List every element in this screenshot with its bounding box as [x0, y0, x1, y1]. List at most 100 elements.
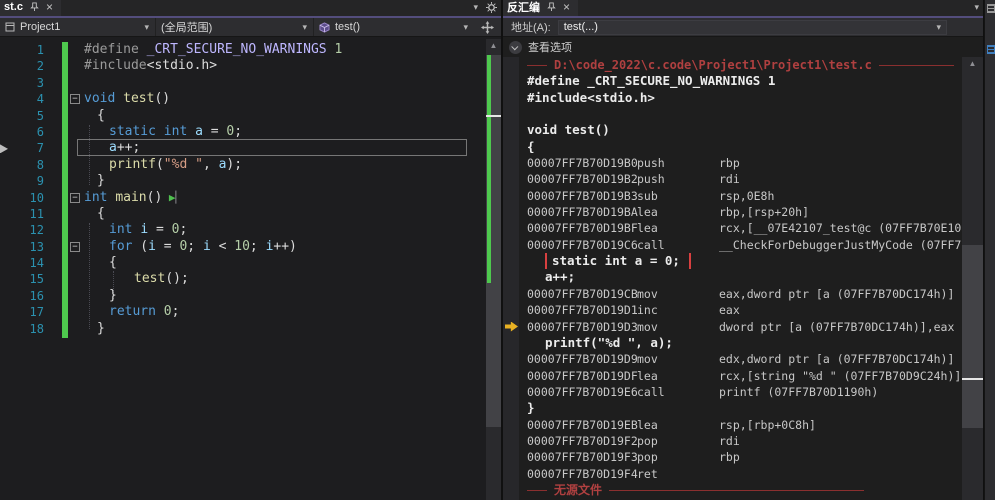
disasm-instruction[interactable]: 00007FF7B70D19C6call __CheckForDebuggerJu…	[503, 237, 962, 253]
code-line[interactable]: 17 return 0;	[0, 304, 485, 320]
window-list-chevron-icon[interactable]: ▾	[974, 2, 979, 13]
disasm-instruction[interactable]: 00007FF7B70D19D3mov dword ptr [a (07FF7B7…	[503, 319, 962, 335]
line-number[interactable]: 16	[0, 288, 44, 304]
instruction-address: 00007FF7B70D19C6	[527, 237, 638, 252]
disasm-instruction[interactable]: 00007FF7B70D19E6call printf (07FF7B70D119…	[503, 384, 962, 400]
disasm-instruction[interactable]: 00007FF7B70D19B3sub rsp,0E8h	[503, 188, 962, 204]
disasm-instruction[interactable]: 00007FF7B70D19B0push rbp	[503, 155, 962, 171]
project-dropdown[interactable]: Project1 ▾	[0, 18, 156, 36]
code-line[interactable]: 1 #define _CRT_SECURE_NO_WARNINGS 1	[0, 42, 485, 58]
disasm-source-line[interactable]: }	[503, 400, 962, 416]
pin-icon[interactable]	[547, 2, 556, 12]
disasm-instruction[interactable]: 00007FF7B70D19BFlea rcx,[__07E42107_test@…	[503, 220, 962, 236]
instruction-address: 00007FF7B70D19B3	[527, 188, 638, 203]
address-label: 地址(A):	[511, 22, 551, 34]
run-glyph-icon[interactable]: ▶	[162, 191, 176, 204]
code-line[interactable]: 12 int i = 0;	[0, 222, 485, 238]
disasm-instruction[interactable]: 00007FF7B70D19F2pop rdi	[503, 433, 962, 449]
line-number[interactable]: 17	[0, 304, 44, 320]
view-options-expander[interactable]	[509, 40, 522, 54]
code-line-text: a++;	[109, 140, 141, 156]
address-input[interactable]: test(...) ▾	[557, 19, 947, 35]
code-line[interactable]: 10 − int main() ▶▏	[0, 190, 485, 206]
pan-handle-icon[interactable]	[474, 18, 501, 36]
disasm-instruction[interactable]: 00007FF7B70D19BAlea rbp,[rsp+20h]	[503, 204, 962, 220]
line-number[interactable]: 2	[0, 58, 44, 74]
code-line[interactable]: 4 − void test()	[0, 91, 485, 107]
code-line[interactable]: 14 {	[0, 255, 485, 271]
disasm-instruction[interactable]: 00007FF7B70D19DFlea rcx,[string "%d " (07…	[503, 368, 962, 384]
disasm-source-line[interactable]: {	[503, 139, 962, 155]
line-number[interactable]: 3	[0, 75, 44, 91]
disasm-instruction[interactable]: 00007FF7B70D19D9mov edx,dword ptr [a (07F…	[503, 351, 962, 367]
line-number[interactable]: 14	[0, 255, 44, 271]
instruction-address: 00007FF7B70D19EB	[527, 417, 638, 432]
disassembly-vertical-scrollbar[interactable]: ▲	[962, 57, 983, 500]
window-list-chevron-icon[interactable]: ▾	[473, 2, 478, 13]
line-number[interactable]: 18	[0, 321, 44, 337]
scrollbar-thumb[interactable]	[962, 245, 983, 428]
line-number[interactable]: 1	[0, 42, 44, 58]
scroll-up-arrow-icon[interactable]: ▲	[486, 39, 501, 53]
code-line[interactable]: 5{	[0, 108, 485, 124]
code-line[interactable]: 8 printf("%d ", a);	[0, 157, 485, 173]
disasm-instruction[interactable]: 00007FF7B70D19F3pop rbp	[503, 449, 962, 465]
line-number[interactable]: 4	[0, 91, 44, 107]
fold-toggle-icon[interactable]: −	[70, 94, 80, 105]
disasm-instruction[interactable]: 00007FF7B70D19F4ret	[503, 466, 962, 482]
code-line[interactable]: 15 test();	[0, 271, 485, 287]
line-number[interactable]: 6	[0, 124, 44, 140]
gear-icon[interactable]	[486, 1, 497, 13]
code-editor[interactable]: 1 #define _CRT_SECURE_NO_WARNINGS 1 2 #incl…	[0, 39, 501, 500]
code-line[interactable]: 6 static int a = 0;	[0, 124, 485, 140]
tab-disassembly[interactable]: 反汇编 ×	[503, 0, 579, 16]
code-line[interactable]: 2 #include<stdio.h>	[0, 58, 485, 74]
member-dropdown[interactable]: test() ▾	[314, 18, 474, 36]
disasm-instruction[interactable]: 00007FF7B70D19D1inc eax	[503, 302, 962, 318]
code-line[interactable]: 7 a++;	[0, 139, 485, 156]
instruction-address: 00007FF7B70D19E6	[527, 384, 638, 399]
fold-toggle-icon[interactable]: −	[70, 192, 80, 203]
disasm-source-line[interactable]: #include<stdio.h>	[503, 90, 962, 106]
line-number[interactable]: 10	[0, 190, 44, 206]
method-cube-icon	[319, 21, 330, 33]
line-number[interactable]: 11	[0, 206, 44, 222]
code-line[interactable]: 9}	[0, 173, 485, 189]
code-line[interactable]: 3	[0, 75, 485, 91]
line-number[interactable]: 5	[0, 108, 44, 124]
fold-toggle-icon[interactable]: −	[70, 241, 80, 252]
line-number[interactable]: 8	[0, 157, 44, 173]
disasm-instruction[interactable]: 00007FF7B70D19EBlea rsp,[rbp+0C8h]	[503, 417, 962, 433]
disassembly-view[interactable]: D:\code_2022\c.code\Project1\Project1\te…	[503, 57, 962, 500]
code-line-text: {	[109, 255, 117, 271]
disasm-instruction[interactable]: 00007FF7B70D19B2push rdi	[503, 171, 962, 187]
tab-test-c[interactable]: st.c ×	[0, 0, 61, 16]
disasm-instruction[interactable]: 00007FF7B70D19CBmov eax,dword ptr [a (07F…	[503, 286, 962, 302]
disasm-source-line[interactable]: a++;	[503, 269, 962, 285]
disasm-source-line[interactable]: void test()	[503, 122, 962, 138]
line-number[interactable]: 9	[0, 173, 44, 189]
line-number[interactable]: 12	[0, 222, 44, 238]
instruction-mnemonic: pop	[637, 450, 658, 465]
code-line[interactable]: 11 {	[0, 206, 485, 222]
disasm-source-line[interactable]: printf("%d ", a);	[503, 335, 962, 351]
instruction-address: 00007FF7B70D19B2	[527, 172, 638, 187]
line-number[interactable]: 15	[0, 271, 44, 287]
close-icon[interactable]: ×	[563, 1, 570, 13]
disasm-source-line[interactable]: #define _CRT_SECURE_NO_WARNINGS 1	[503, 73, 962, 89]
docked-panel-edge-strip[interactable]	[984, 0, 995, 500]
instruction-operands: rbp,[rsp+20h]	[719, 205, 810, 220]
editor-vertical-scrollbar[interactable]: ▲	[486, 39, 501, 500]
scope-dropdown[interactable]: (全局范围) ▾	[156, 18, 314, 36]
instruction-operands: edx,dword ptr [a (07FF7B70DC174h)]	[719, 352, 955, 367]
line-number[interactable]: 13	[0, 239, 44, 255]
code-line-text: for (i = 0; i < 10; i++)	[109, 238, 297, 254]
scroll-up-arrow-icon[interactable]: ▲	[962, 57, 983, 71]
disasm-source-line-boxed[interactable]: static int a = 0;	[503, 253, 962, 270]
code-line[interactable]: 13 − for (i = 0; i < 10; i++)	[0, 239, 485, 255]
code-line[interactable]: 16}	[0, 288, 485, 304]
pin-icon[interactable]	[30, 2, 39, 12]
close-icon[interactable]: ×	[46, 1, 53, 13]
code-line[interactable]: 18}	[0, 321, 485, 337]
code-line-text: }	[109, 287, 117, 303]
